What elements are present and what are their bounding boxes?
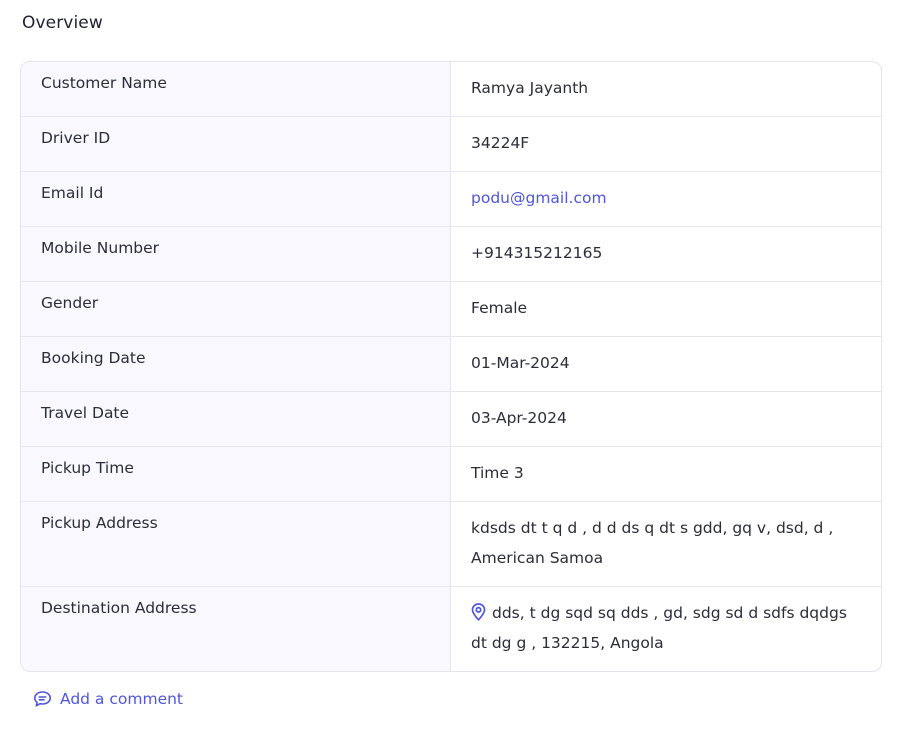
detail-value: 34224F	[471, 134, 530, 152]
detail-value: Female	[471, 299, 528, 317]
detail-value-cell: dds, t dg sqd sq dds , gd, sdg sd d sdfs…	[451, 587, 881, 671]
detail-value: +914315212165	[471, 244, 603, 262]
detail-value: 03-Apr-2024	[471, 409, 567, 427]
detail-value: 01-Mar-2024	[471, 354, 570, 372]
detail-value: Time 3	[471, 464, 524, 482]
add-comment-button[interactable]: Add a comment	[33, 690, 183, 708]
detail-row-mobile: Mobile Number +914315212165	[21, 227, 881, 282]
detail-row-gender: Gender Female	[21, 282, 881, 337]
page-title: Overview	[22, 13, 103, 33]
detail-label: Pickup Address	[21, 502, 451, 586]
address-line-with-icon: dds, t dg sqd sq dds , gd, sdg sd d sdfs…	[471, 598, 861, 628]
detail-label: Travel Date	[21, 392, 451, 446]
detail-label: Booking Date	[21, 337, 451, 391]
email-link[interactable]: podu@gmail.com	[471, 189, 607, 207]
detail-label: Email Id	[21, 172, 451, 226]
detail-row-destination-address: Destination Address dds, t dg sqd sq dds…	[21, 587, 881, 671]
detail-value-cell: podu@gmail.com	[451, 172, 881, 226]
detail-label: Customer Name	[21, 62, 451, 116]
detail-label: Driver ID	[21, 117, 451, 171]
address-line: dt dg g , 132215, Angola	[471, 634, 664, 652]
address-line: American Samoa	[471, 549, 604, 567]
detail-label: Pickup Time	[21, 447, 451, 501]
detail-row-pickup-address: Pickup Address kdsds dt t q d , d d ds q…	[21, 502, 881, 587]
detail-value: Ramya Jayanth	[471, 79, 589, 97]
detail-label: Destination Address	[21, 587, 451, 671]
detail-label: Mobile Number	[21, 227, 451, 281]
detail-label: Gender	[21, 282, 451, 336]
details-card: Customer Name Ramya Jayanth Driver ID 34…	[20, 61, 882, 672]
location-pin-icon	[471, 603, 486, 621]
address-line: kdsds dt t q d , d d ds q dt s gdd, gq v…	[471, 519, 834, 537]
chat-bubble-icon	[34, 691, 51, 707]
overview-page: Overview Customer Name Ramya Jayanth Dri…	[0, 0, 900, 746]
address-line: dds, t dg sqd sq dds , gd, sdg sd d sdfs…	[492, 604, 847, 622]
add-comment-label: Add a comment	[60, 690, 184, 708]
detail-row-travel-date: Travel Date 03-Apr-2024	[21, 392, 881, 447]
detail-row-email: Email Id podu@gmail.com	[21, 172, 881, 227]
detail-row-customer-name: Customer Name Ramya Jayanth	[21, 62, 881, 117]
detail-row-pickup-time: Pickup Time Time 3	[21, 447, 881, 502]
detail-row-booking-date: Booking Date 01-Mar-2024	[21, 337, 881, 392]
detail-value-cell: kdsds dt t q d , d d ds q dt s gdd, gq v…	[451, 502, 881, 586]
detail-row-driver-id: Driver ID 34224F	[21, 117, 881, 172]
